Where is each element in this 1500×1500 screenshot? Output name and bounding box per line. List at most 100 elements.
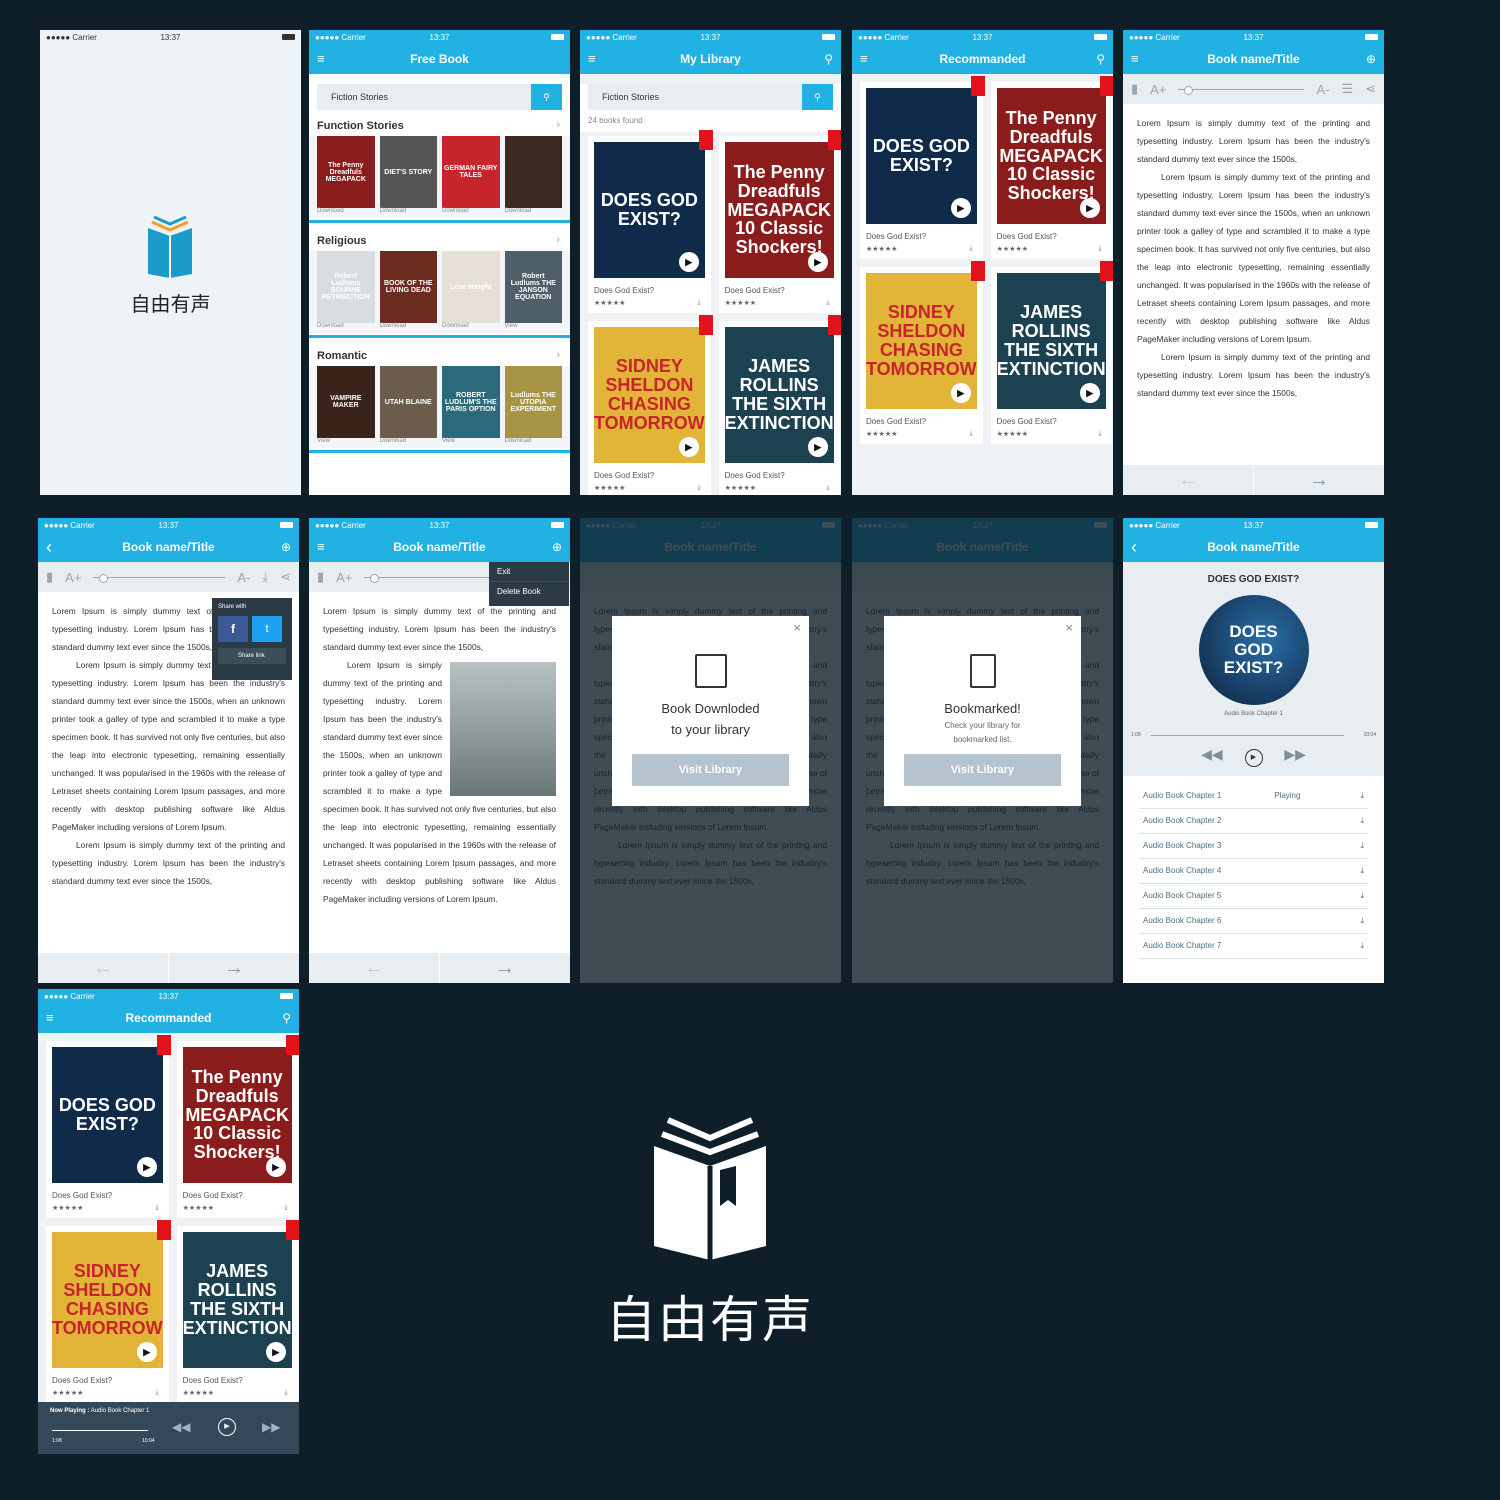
- book-card[interactable]: SIDNEY SHELDON CHASING TOMORROW ▶ Does God…: [860, 261, 985, 444]
- facebook-button[interactable]: f: [218, 616, 248, 642]
- font-decrease-button[interactable]: A-: [237, 570, 250, 585]
- book-item[interactable]: UTAH BLAINE Download: [379, 366, 437, 448]
- add-icon[interactable]: ⊕: [281, 532, 291, 562]
- book-action-label[interactable]: Download: [442, 208, 500, 218]
- download-icon[interactable]: ⤓: [970, 430, 973, 438]
- visit-library-button[interactable]: Visit Library: [632, 754, 789, 786]
- book-item[interactable]: Robert Ludlums BOURNE RETRIBUTION Downloa…: [317, 251, 375, 333]
- download-icon[interactable]: ⤓: [1360, 816, 1364, 826]
- play-icon[interactable]: ▶: [136, 1342, 157, 1362]
- book-action-label[interactable]: Download: [317, 323, 375, 333]
- share-link-button[interactable]: Share link: [218, 648, 286, 664]
- font-size-slider[interactable]: [1178, 85, 1305, 95]
- book-card[interactable]: SIDNEY SHELDON CHASING TOMORROW ▶ Does God…: [46, 1220, 171, 1403]
- menu-icon[interactable]: ≡: [46, 1003, 54, 1033]
- book-item[interactable]: DIET'S STORY Download: [379, 136, 437, 218]
- download-icon[interactable]: ⤓: [1360, 941, 1364, 951]
- play-icon[interactable]: ▶: [1079, 198, 1100, 218]
- book-action-label[interactable]: Download: [317, 208, 375, 218]
- share-icon[interactable]: ⋖: [280, 569, 291, 585]
- back-icon[interactable]: ‹: [1131, 532, 1137, 562]
- book-action-label[interactable]: Download: [380, 323, 438, 333]
- visit-library-button[interactable]: Visit Library: [904, 754, 1061, 786]
- play-icon[interactable]: ▶: [265, 1342, 286, 1362]
- download-icon[interactable]: ⤓: [156, 1389, 159, 1397]
- menu-icon[interactable]: ≡: [317, 532, 325, 562]
- bookmark-icon[interactable]: ▮: [1131, 81, 1138, 97]
- download-icon[interactable]: ⤓: [1099, 430, 1102, 438]
- font-increase-button[interactable]: A+: [65, 570, 81, 585]
- share-icon[interactable]: ⋖: [1365, 81, 1376, 97]
- search-button[interactable]: ⚲: [802, 84, 833, 110]
- scroll-indicator[interactable]: [309, 450, 570, 453]
- chapter-row[interactable]: Audio Book Chapter 1 Playing ⤓: [1139, 784, 1368, 809]
- book-item[interactable]: ROBERT LUDLUM'S THE PARIS OPTION View: [442, 366, 500, 448]
- exit-menu-item[interactable]: Exit: [489, 562, 569, 582]
- audio-progress[interactable]: [1151, 735, 1344, 736]
- book-card[interactable]: DOES GOD EXIST? ▶ Does God Exist? ★★★★★ ⤓: [860, 76, 985, 259]
- search-icon[interactable]: ⚲: [282, 1003, 291, 1033]
- book-item[interactable]: The Penny Dreadfuls MEGAPACK Download: [317, 136, 375, 218]
- rewind-icon[interactable]: ◀◀: [1201, 746, 1223, 762]
- chapter-row[interactable]: Audio Book Chapter 2 ⤓: [1139, 809, 1368, 834]
- play-icon[interactable]: ▶: [950, 383, 971, 403]
- forward-icon[interactable]: ▶▶: [1284, 746, 1306, 762]
- download-icon[interactable]: ⤓: [262, 569, 268, 585]
- book-item[interactable]: BOOK OF THE LIVING DEAD Download: [379, 251, 438, 333]
- book-action-label[interactable]: Download: [442, 323, 500, 333]
- play-icon[interactable]: ▶: [1079, 383, 1100, 403]
- play-icon[interactable]: ▶: [807, 437, 828, 457]
- download-icon[interactable]: ⤓: [1360, 866, 1364, 876]
- search-input[interactable]: Fiction Stories ⚲: [317, 84, 562, 110]
- play-icon[interactable]: ▶: [218, 1418, 236, 1436]
- font-size-slider[interactable]: [93, 573, 226, 583]
- bookmark-ribbon-icon[interactable]: [698, 315, 713, 335]
- book-card[interactable]: DOES GOD EXIST? ▶ Does God Exist? ★★★★★ ⤓: [46, 1035, 171, 1218]
- search-input[interactable]: Fiction Stories ⚲: [588, 84, 833, 110]
- download-icon[interactable]: ⤓: [1360, 791, 1364, 801]
- download-icon[interactable]: ⤓: [827, 299, 830, 307]
- close-icon[interactable]: ×: [1065, 620, 1073, 635]
- book-card[interactable]: The Penny Dreadfuls MEGAPACK 10 Classic …: [718, 130, 841, 313]
- rewind-icon[interactable]: ◀◀: [172, 1420, 190, 1434]
- play-icon[interactable]: ▶: [136, 1157, 157, 1177]
- play-icon[interactable]: ▶: [678, 437, 699, 457]
- bookmark-ribbon-icon[interactable]: [827, 130, 841, 150]
- scroll-indicator[interactable]: [309, 220, 570, 223]
- download-icon[interactable]: ⤓: [1360, 841, 1364, 851]
- download-icon[interactable]: ⤓: [698, 484, 701, 492]
- bookmark-ribbon-icon[interactable]: [970, 76, 985, 96]
- book-action-label[interactable]: View: [505, 323, 563, 333]
- chapter-row[interactable]: Audio Book Chapter 3 ⤓: [1139, 834, 1368, 859]
- prev-page-button[interactable]: ←: [38, 953, 169, 983]
- book-card[interactable]: JAMES ROLLINS THE SIXTH EXTINCTION ▶ Does …: [718, 315, 841, 495]
- book-item[interactable]: Robert Ludlums THE JANSON EQUATION View: [504, 251, 563, 333]
- prev-page-button[interactable]: ←: [1123, 465, 1254, 495]
- book-card[interactable]: JAMES ROLLINS THE SIXTH EXTINCTION ▶ Does …: [990, 261, 1113, 444]
- play-icon[interactable]: ▶: [950, 198, 971, 218]
- menu-icon[interactable]: ≡: [1131, 44, 1139, 74]
- menu-icon[interactable]: ≡: [588, 44, 596, 74]
- menu-icon[interactable]: ≡: [317, 44, 325, 74]
- book-card[interactable]: JAMES ROLLINS THE SIXTH EXTINCTION ▶ Does …: [176, 1220, 299, 1403]
- book-card[interactable]: The Penny Dreadfuls MEGAPACK 10 Classic …: [176, 1035, 299, 1218]
- scroll-indicator[interactable]: [309, 335, 570, 338]
- play-icon[interactable]: ▶: [678, 252, 699, 272]
- download-icon[interactable]: ⤓: [1360, 891, 1364, 901]
- close-icon[interactable]: ×: [793, 620, 801, 635]
- twitter-button[interactable]: t: [252, 616, 282, 642]
- bookmark-ribbon-icon[interactable]: [285, 1035, 299, 1055]
- download-icon[interactable]: ⤓: [698, 299, 701, 307]
- book-action-label[interactable]: Download: [505, 208, 563, 218]
- forward-icon[interactable]: ▶▶: [262, 1420, 280, 1434]
- delete-book-menu-item[interactable]: Delete Book: [489, 582, 569, 601]
- chapter-row[interactable]: Audio Book Chapter 4 ⤓: [1139, 859, 1368, 884]
- book-card[interactable]: The Penny Dreadfuls MEGAPACK 10 Classic …: [990, 76, 1113, 259]
- bookmark-ribbon-icon[interactable]: [1099, 261, 1113, 281]
- bookmark-ribbon-icon[interactable]: [698, 130, 713, 150]
- play-icon[interactable]: ▶: [1244, 749, 1263, 767]
- book-item[interactable]: Lose Weight Download: [442, 251, 500, 333]
- bookmark-ribbon-icon[interactable]: [156, 1035, 171, 1055]
- font-increase-button[interactable]: A+: [336, 570, 352, 585]
- menu-icon[interactable]: ≡: [860, 44, 868, 74]
